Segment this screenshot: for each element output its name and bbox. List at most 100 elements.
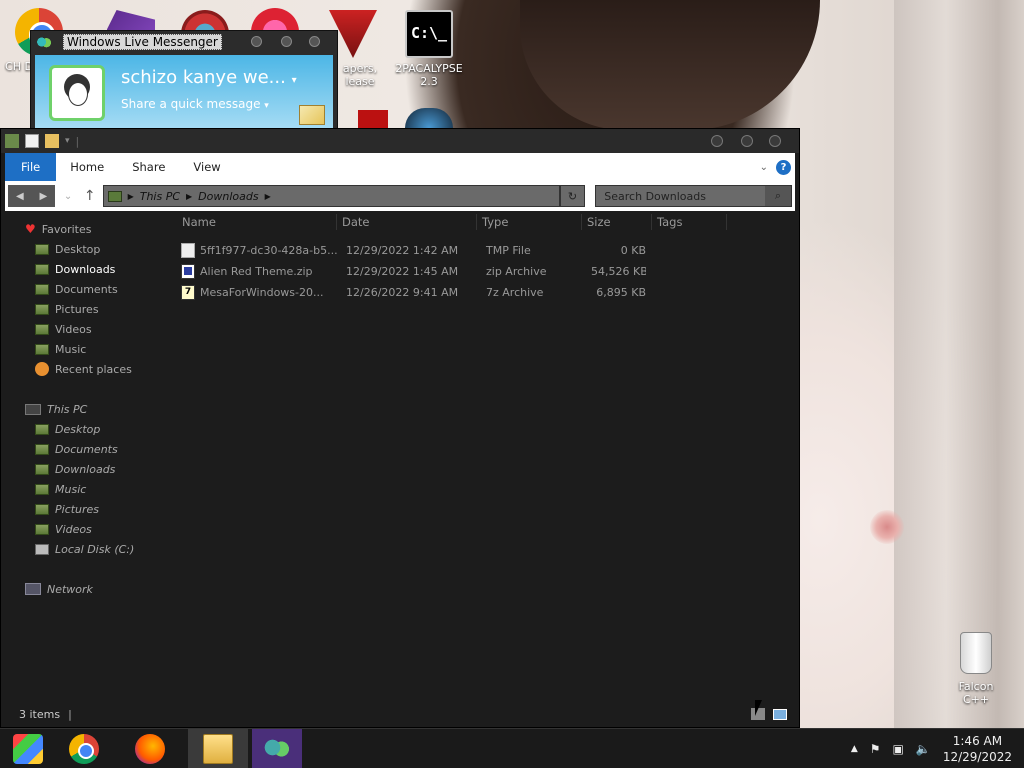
videos-folder-icon: [35, 323, 49, 335]
forward-button[interactable]: ▶: [31, 185, 56, 207]
7z-archive-icon: 7: [181, 285, 195, 300]
table-row[interactable]: 7 MesaForWindows-20... 12/26/2022 9:41 A…: [177, 282, 799, 303]
desktop-icon-falcon[interactable]: Falcon C++: [946, 632, 1006, 706]
tab-file[interactable]: File: [5, 153, 57, 181]
minimize-button[interactable]: [711, 135, 723, 147]
nav-thispc-desktop[interactable]: Desktop: [15, 419, 175, 439]
search-input[interactable]: Search Downloads: [604, 190, 706, 203]
nav-network[interactable]: Network: [15, 579, 175, 599]
nav-this-pc[interactable]: This PC: [15, 399, 175, 419]
clock-date: 12/29/2022: [942, 749, 1012, 764]
nav-favorites[interactable]: ♥ Favorites: [15, 219, 175, 239]
wallpaper-curtain: [894, 0, 1024, 730]
personal-message[interactable]: Share a quick message ▾: [121, 97, 269, 111]
mouse-cursor-icon: [755, 700, 769, 716]
column-headers: Name Date Type Size Tags: [177, 211, 799, 233]
tab-home[interactable]: Home: [56, 153, 118, 181]
nav-favorites-pictures[interactable]: Pictures: [15, 299, 175, 319]
maximize-button[interactable]: [741, 135, 753, 147]
file-name: Alien Red Theme.zip: [200, 265, 313, 278]
nav-thispc-local-disk[interactable]: Local Disk (C:): [15, 539, 175, 559]
tab-share[interactable]: Share: [118, 153, 179, 181]
show-hidden-icons-icon[interactable]: ▲: [851, 744, 858, 754]
messenger-window[interactable]: Windows Live Messenger schizo kanye we..…: [30, 30, 338, 130]
tab-view[interactable]: View: [179, 153, 234, 181]
close-button[interactable]: [309, 36, 320, 47]
nav-thispc-videos[interactable]: Videos: [15, 519, 175, 539]
search-icon[interactable]: ⌕: [765, 186, 792, 206]
start-button[interactable]: [0, 729, 56, 768]
up-button[interactable]: ↑: [81, 185, 99, 207]
expand-ribbon-icon[interactable]: ⌄: [760, 162, 768, 173]
column-name[interactable]: Name: [177, 214, 337, 230]
taskbar-file-explorer[interactable]: [188, 728, 248, 768]
taskbar-firefox[interactable]: [122, 729, 178, 768]
new-folder-icon[interactable]: [45, 134, 59, 148]
volume-icon[interactable]: 🔈: [916, 742, 931, 756]
large-icons-view-icon[interactable]: [773, 708, 787, 720]
messenger-app-icon: [36, 35, 52, 49]
navigation-bar: ◀ ▶ ⌄ ↑ ▶ This PC ▶ Downloads ▶ ↻ Search…: [5, 181, 795, 211]
chevron-right-icon[interactable]: ▶: [265, 192, 271, 201]
table-row[interactable]: 5ff1f977-dc30-428a-b5... 12/29/2022 1:42…: [177, 240, 799, 261]
column-tags[interactable]: Tags: [652, 214, 727, 230]
breadcrumb-this-pc[interactable]: This PC: [140, 190, 180, 203]
maximize-button[interactable]: [281, 36, 292, 47]
nav-favorites-videos[interactable]: Videos: [15, 319, 175, 339]
help-icon[interactable]: ?: [776, 159, 791, 175]
minimize-button[interactable]: [251, 36, 262, 47]
downloads-folder-icon: [35, 463, 49, 475]
nav-thispc-documents[interactable]: Documents: [15, 439, 175, 459]
refresh-button[interactable]: ↻: [559, 185, 586, 207]
mail-icon[interactable]: [299, 105, 325, 125]
nav-favorites-downloads[interactable]: Downloads: [15, 259, 175, 279]
item-count: 3 items: [19, 707, 61, 721]
properties-icon[interactable]: [25, 134, 39, 148]
start-icon: [13, 733, 43, 764]
nav-favorites-documents[interactable]: Documents: [15, 279, 175, 299]
desktop-icon-2pacalypse[interactable]: C:\_ 2PACALYPSE 2.3: [394, 10, 464, 88]
breadcrumb-downloads[interactable]: Downloads: [198, 190, 258, 203]
desktop-folder-icon: [35, 243, 49, 255]
column-date[interactable]: Date: [337, 214, 477, 230]
file-type: 7z Archive: [486, 286, 544, 299]
file-date: 12/29/2022 1:42 AM: [346, 244, 459, 257]
avatar[interactable]: [49, 65, 105, 121]
zip-archive-icon: [181, 264, 195, 279]
recent-locations-button[interactable]: ⌄: [59, 185, 77, 207]
nav-favorites-music[interactable]: Music: [15, 339, 175, 359]
nav-thispc-pictures[interactable]: Pictures: [15, 499, 175, 519]
file-name: MesaForWindows-20...: [200, 286, 324, 299]
file-explorer-window[interactable]: ▾ | File Home Share View ⌄ ? ◀ ▶ ⌄ ↑ ▶ T…: [0, 128, 800, 728]
nav-favorites-desktop[interactable]: Desktop: [15, 239, 175, 259]
column-type[interactable]: Type: [477, 214, 582, 230]
desktop-icon-label: Falcon C++: [958, 680, 994, 706]
search-box[interactable]: Search Downloads ⌕: [595, 185, 793, 207]
display-name[interactable]: schizo kanye we... ▾: [121, 67, 297, 88]
back-button[interactable]: ◀: [8, 185, 32, 207]
nav-favorites-recent-places[interactable]: Recent places: [15, 359, 175, 379]
taskbar-messenger[interactable]: [252, 728, 302, 768]
pictures-folder-icon: [35, 303, 49, 315]
computer-icon: [25, 403, 41, 415]
network-icon[interactable]: ▣: [893, 742, 904, 756]
file-date: 12/29/2022 1:45 AM: [346, 265, 459, 278]
heart-icon: ♥: [25, 222, 36, 236]
drive-icon: [35, 543, 49, 555]
nav-thispc-music[interactable]: Music: [15, 479, 175, 499]
refresh-icon: ↻: [567, 189, 578, 203]
music-folder-icon: [35, 343, 49, 355]
action-center-flag-icon[interactable]: ⚑: [870, 742, 881, 756]
table-row[interactable]: Alien Red Theme.zip 12/29/2022 1:45 AM z…: [177, 261, 799, 282]
folder-icon: [203, 733, 233, 764]
taskbar-chrome[interactable]: [56, 729, 112, 768]
clock-time: 1:46 AM: [952, 733, 1003, 748]
clock[interactable]: 1:46 AM 12/29/2022: [943, 733, 1012, 765]
chevron-down-icon[interactable]: ▾: [65, 136, 70, 146]
desktop-icon-label: 2PACALYPSE 2.3: [395, 62, 463, 88]
column-size[interactable]: Size: [582, 214, 652, 230]
nav-thispc-downloads[interactable]: Downloads: [15, 459, 175, 479]
address-bar[interactable]: ▶ This PC ▶ Downloads ▶: [102, 185, 560, 207]
chevron-right-icon[interactable]: ▶: [186, 192, 192, 201]
close-button[interactable]: [769, 135, 781, 147]
